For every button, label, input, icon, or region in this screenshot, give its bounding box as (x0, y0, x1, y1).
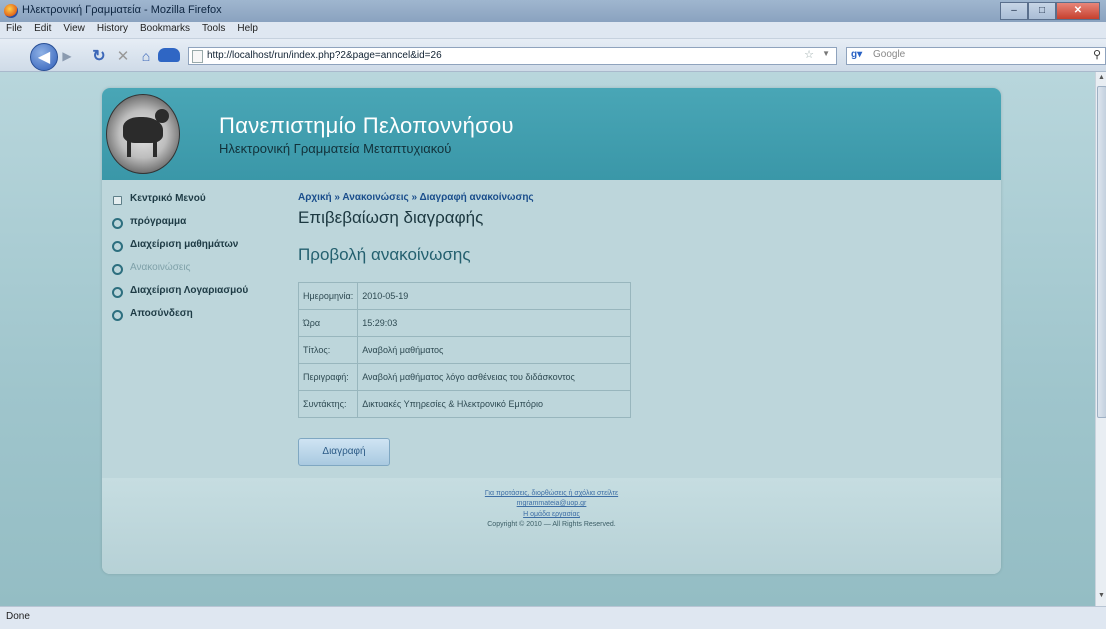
field-label: Περιγραφή: (297, 363, 359, 391)
field-value: Δικτυακές Υπηρεσίες & Ηλεκτρονικό Εμπόρι… (357, 390, 632, 418)
footer-feedback-link[interactable]: Για προτάσεις, διορθώσεις ή σχόλια στείλ… (485, 490, 618, 497)
field-label: Συντάκτης: (297, 390, 359, 418)
vertical-scrollbar[interactable]: ▲ ▼ (1095, 72, 1106, 606)
scroll-up-icon[interactable]: ▲ (1098, 74, 1105, 81)
back-button[interactable]: ◀ (30, 43, 58, 71)
breadcrumb-separator: » (334, 192, 340, 203)
site-footer: Για προτάσεις, διορθώσεις ή σχόλια στείλ… (102, 478, 1001, 574)
sidebar-item-courses[interactable]: Διαχείριση μαθημάτων (108, 236, 284, 256)
sidebar-item-label: Διαχείριση Λογαριασμού (130, 285, 249, 296)
forward-arrow-icon: ▶ (62, 49, 72, 63)
table-row: Ημερομηνία: 2010-05-19 (297, 282, 632, 310)
menu-history[interactable]: History (91, 22, 134, 38)
home-button[interactable]: ⌂ (137, 47, 155, 65)
announcement-table: Ημερομηνία: 2010-05-19 Ώρα 15:29:03 Τίτλ… (297, 282, 632, 418)
sidebar-item-label: Διαχείριση μαθημάτων (130, 239, 239, 250)
search-bar[interactable]: g▾ Google ⚲ (846, 47, 1106, 65)
breadcrumb: Αρχική » Ανακοινώσεις » Διαγραφή ανακοίν… (298, 192, 534, 203)
site-container: Πανεπιστημίο Πελοποννήσου Ηλεκτρονική Γρ… (102, 88, 1001, 574)
menu-view[interactable]: View (57, 22, 91, 38)
sidebar-item-label: Κεντρικό Μενού (130, 193, 206, 204)
field-value: 15:29:03 (357, 309, 632, 337)
site-title: Πανεπιστημίο Πελοποννήσου (219, 113, 514, 138)
footer-email-link[interactable]: mgrammateia@uop.gr (517, 500, 587, 507)
circle-bullet-icon (112, 287, 123, 298)
firefox-icon (4, 4, 18, 18)
sidebar-item-logout[interactable]: Αποσύνδεση (108, 305, 284, 325)
page-viewport: Πανεπιστημίο Πελοποννήσου Ηλεκτρονική Γρ… (0, 72, 1095, 606)
square-bullet-icon (113, 196, 122, 205)
reload-button[interactable]: ↻ (90, 47, 108, 65)
breadcrumb-current: Διαγραφή ανακοίνωσης (419, 192, 534, 203)
field-label: Ημερομηνία: (297, 282, 359, 310)
scroll-down-icon[interactable]: ▼ (1098, 592, 1105, 599)
close-button[interactable]: ✕ (1056, 2, 1100, 20)
table-row: Ώρα 15:29:03 (297, 309, 632, 337)
footer-copyright: Copyright © 2010 — All Rights Reserved. (487, 521, 616, 528)
browser-window: Ηλεκτρονική Γραμματεία - Mozilla Firefox… (0, 0, 1106, 629)
field-value: Αναβολή μαθήματος (357, 336, 632, 364)
reload-icon: ↻ (92, 48, 106, 65)
field-label: Τίτλος: (297, 336, 359, 364)
circle-bullet-icon (112, 264, 123, 275)
circle-bullet-icon (112, 310, 123, 321)
bookmark-star-icon[interactable]: ☆ (804, 48, 814, 61)
site-header: Πανεπιστημίο Πελοποννήσου Ηλεκτρονική Γρ… (102, 88, 1001, 180)
home-icon: ⌂ (141, 48, 151, 64)
page-icon (192, 50, 203, 63)
sidebar-item-program[interactable]: πρόγραμμα (108, 213, 284, 233)
scrollbar-thumb[interactable] (1097, 86, 1106, 418)
sidebar-item-main-menu[interactable]: Κεντρικό Μενού (108, 190, 284, 210)
window-title: Ηλεκτρονική Γραμματεία - Mozilla Firefox (22, 4, 222, 16)
stop-icon: ✕ (116, 48, 130, 65)
breadcrumb-announcements-link[interactable]: Ανακοινώσεις (342, 192, 408, 203)
delete-button[interactable]: Διαγραφή (298, 438, 390, 466)
url-bar[interactable]: http://localhost/run/index.php?2&page=an… (188, 47, 837, 65)
menu-tools[interactable]: Tools (196, 22, 231, 38)
circle-bullet-icon (112, 218, 123, 229)
breadcrumb-separator: » (411, 192, 418, 203)
field-label: Ώρα (297, 309, 359, 337)
menu-help[interactable]: Help (231, 22, 264, 38)
stop-button[interactable]: ✕ (114, 47, 132, 65)
table-row: Περιγραφή: Αναβολή μαθήματος λόγο ασθένε… (297, 363, 632, 391)
menu-file[interactable]: File (0, 22, 28, 38)
sidebar-item-label: Αποσύνδεση (130, 308, 193, 319)
menu-edit[interactable]: Edit (28, 22, 57, 38)
sidebar-item-label: Ανακοινώσεις (130, 262, 191, 273)
sidebar-item-announcements[interactable]: Ανακοινώσεις (108, 259, 284, 279)
field-value: Αναβολή μαθήματος λόγο ασθένειας του διδ… (357, 363, 632, 391)
menu-bar: File Edit View History Bookmarks Tools H… (0, 22, 1106, 39)
circle-bullet-icon (112, 241, 123, 252)
sidebar-item-account[interactable]: Διαχείριση Λογαριασμού (108, 282, 284, 302)
forward-button[interactable]: ▶ (58, 48, 76, 64)
confirm-title: Επιβεβαίωση διαγραφής (298, 208, 484, 227)
status-text: Done (6, 611, 30, 622)
google-icon[interactable]: g▾ (851, 49, 862, 60)
table-row: Τίτλος: Αναβολή μαθήματος (297, 336, 632, 364)
site-subtitle: Ηλεκτρονική Γραμματεία Μεταπτυχιακού (219, 141, 452, 156)
section-title: Προβολή ανακοίνωσης (298, 245, 471, 264)
bookmarks-bar-button[interactable] (158, 48, 180, 62)
table-row: Συντάκτης: Δικτυακές Υπηρεσίες & Ηλεκτρο… (297, 390, 632, 418)
back-arrow-icon: ◀ (37, 49, 51, 66)
status-bar: Done (0, 606, 1106, 629)
search-engine-label: Google (873, 49, 906, 60)
breadcrumb-home-link[interactable]: Αρχική (298, 192, 332, 203)
sidebar-item-label: πρόγραμμα (130, 216, 187, 227)
navigation-toolbar: ◀ ▶ ↻ ✕ ⌂ http://localhost/run/index.php… (0, 39, 1106, 72)
menu-bookmarks[interactable]: Bookmarks (134, 22, 196, 38)
minimize-button[interactable]: – (1000, 2, 1028, 20)
maximize-button[interactable]: □ (1028, 2, 1056, 20)
url-dropdown-icon[interactable]: ▼ (822, 49, 830, 58)
footer-team-link[interactable]: Η ομάδα εργασίας (523, 511, 580, 518)
url-text[interactable]: http://localhost/run/index.php?2&page=an… (207, 49, 442, 63)
search-icon[interactable]: ⚲ (1093, 48, 1101, 61)
university-logo (106, 94, 180, 174)
field-value: 2010-05-19 (357, 282, 632, 310)
title-bar: Ηλεκτρονική Γραμματεία - Mozilla Firefox… (0, 0, 1106, 22)
